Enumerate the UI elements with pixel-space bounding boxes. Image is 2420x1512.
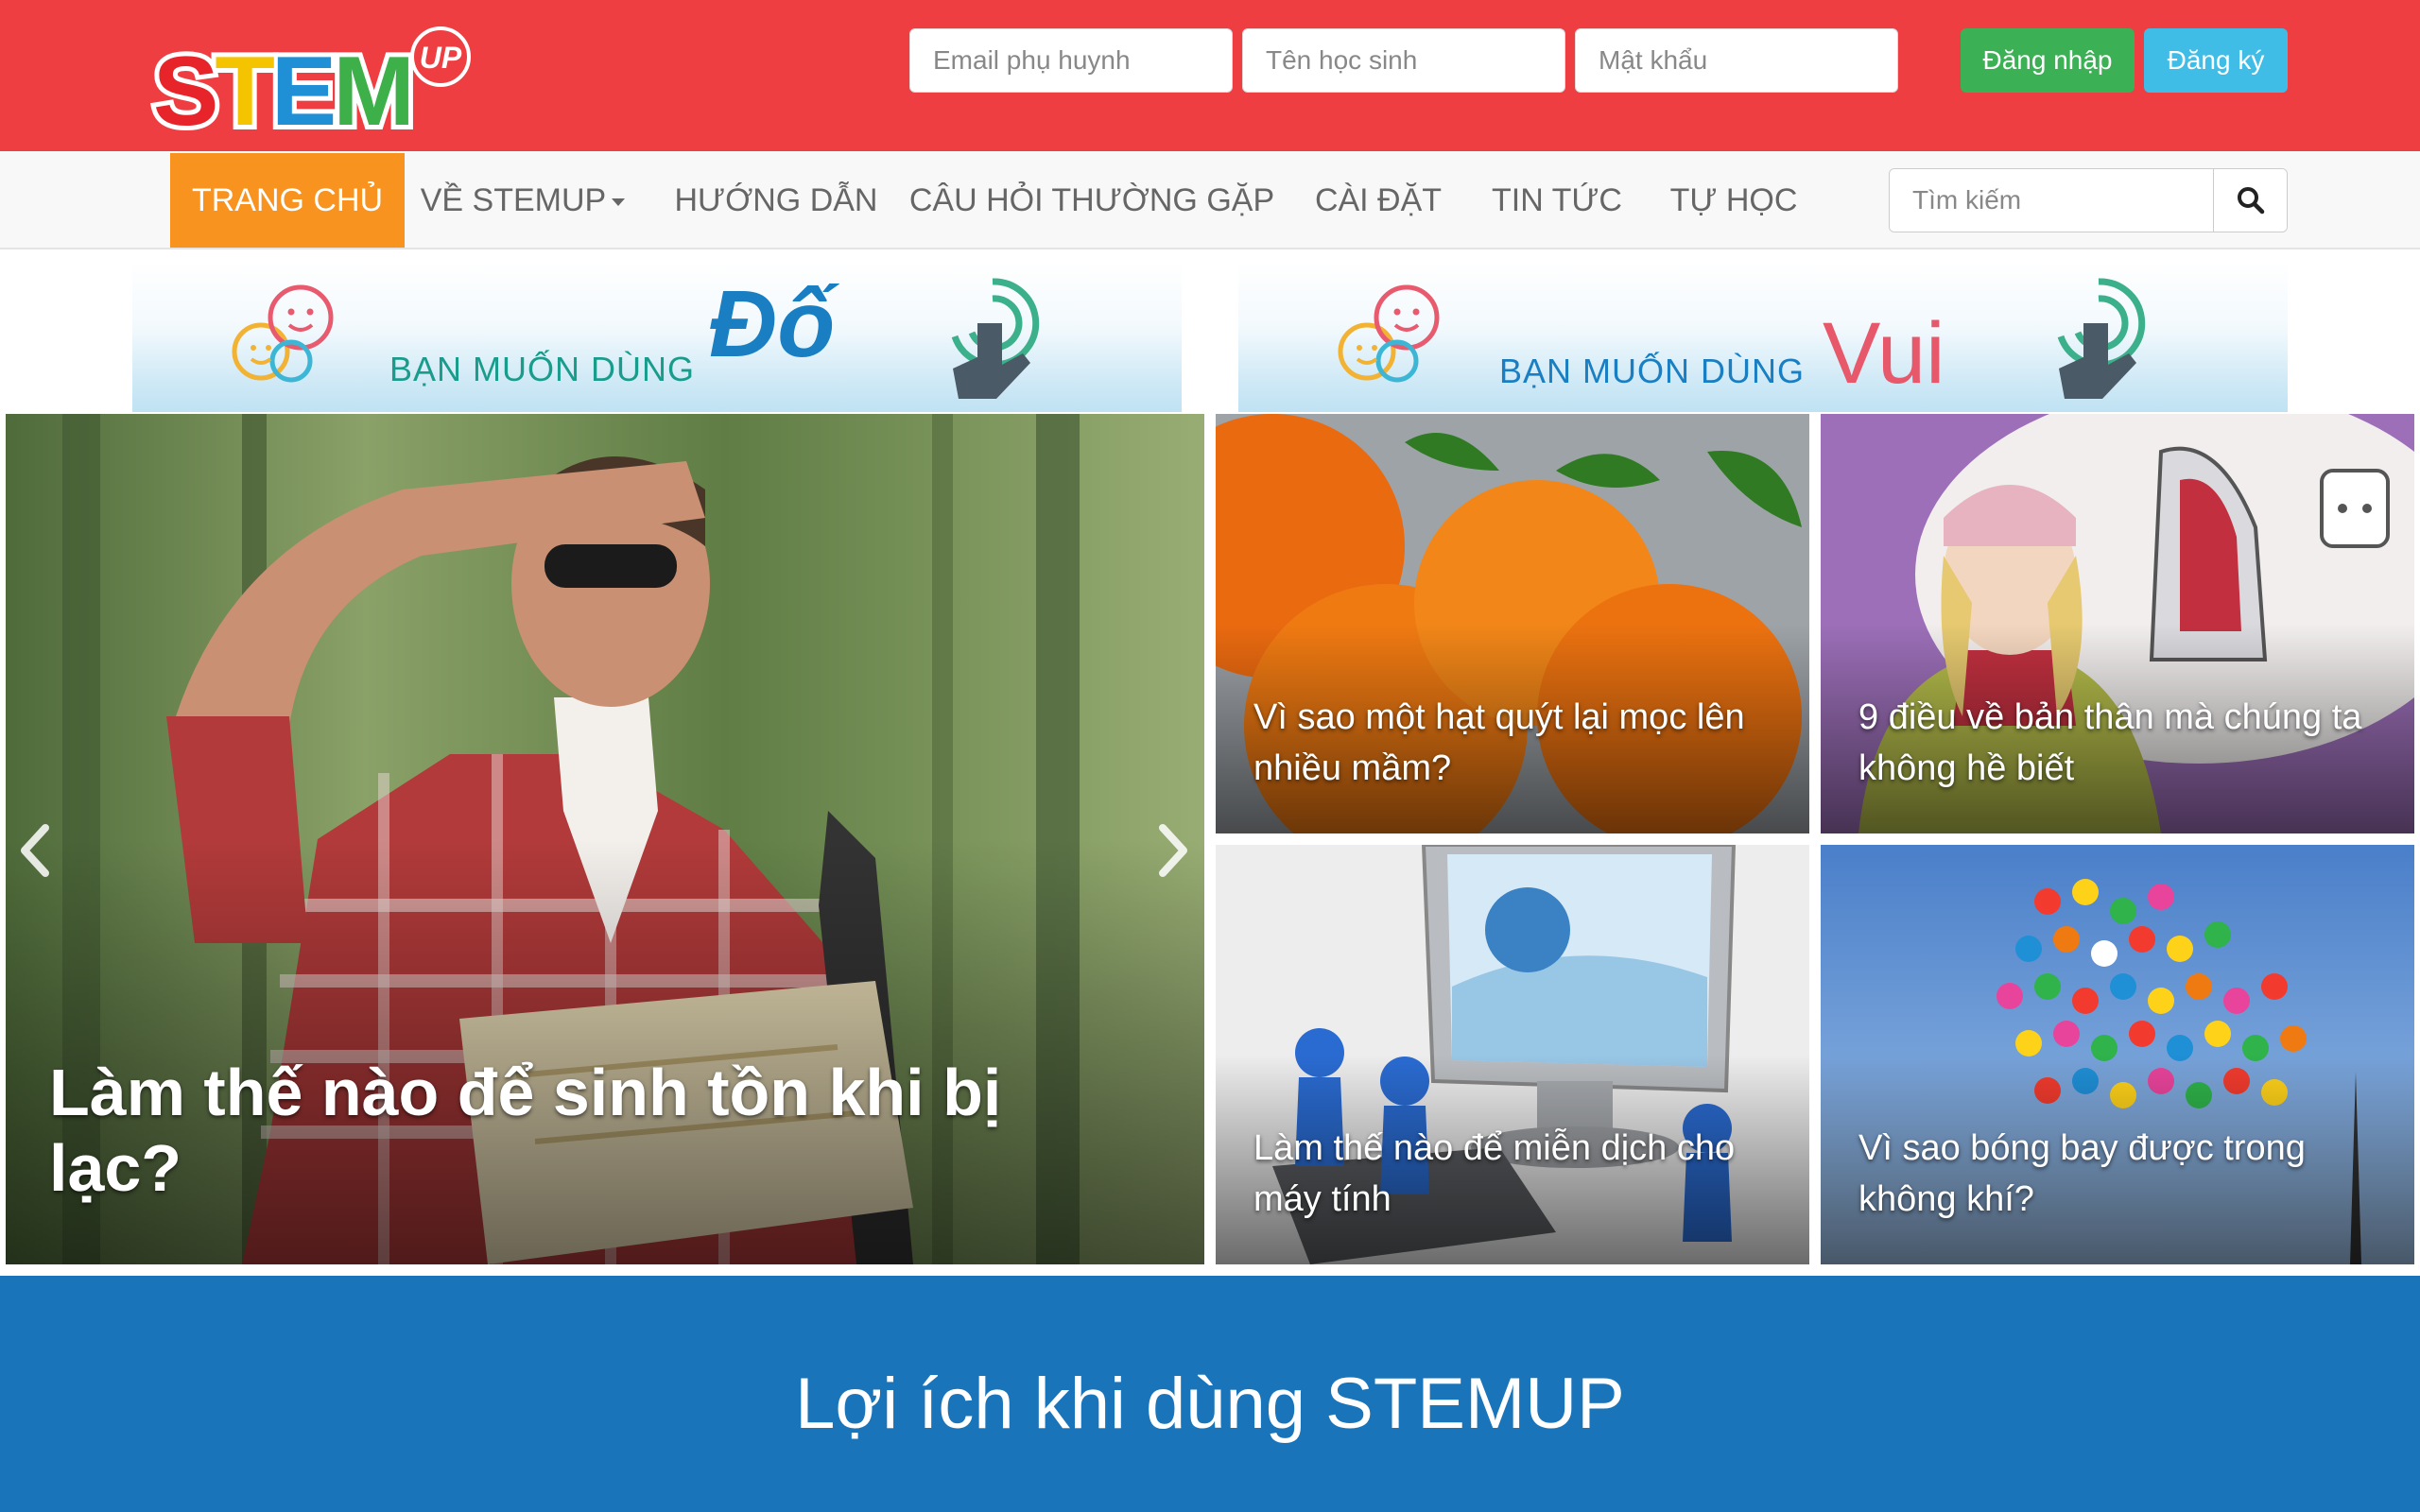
top-header: STEM STEM UP Đăng nhập Đăng ký xyxy=(0,0,2420,151)
nav-guide-label: HƯỚNG DẪN xyxy=(674,181,878,218)
touch-hand-icon xyxy=(2057,278,2146,399)
article-tangerine[interactable]: Vì sao một hạt quýt lại mọc lên nhiều mầ… xyxy=(1216,414,1809,833)
chat-bubbles-icon xyxy=(232,284,334,383)
carousel-next-icon[interactable] xyxy=(1155,822,1193,879)
nav-faq[interactable]: CÂU HỎI THƯỜNG GẶP xyxy=(908,153,1276,248)
search-input[interactable] xyxy=(1890,169,2213,232)
banner-do-text: BẠN MUỐN DÙNG xyxy=(389,350,696,388)
student-name-input[interactable] xyxy=(1242,28,1565,93)
search-button[interactable] xyxy=(2213,169,2287,232)
article-computer-title: Làm thế nào để miễn dịch cho máy tính xyxy=(1253,1128,1736,1219)
password-input[interactable] xyxy=(1575,28,1898,93)
article-tangerine-title: Vì sao một hạt quýt lại mọc lên nhiều mầ… xyxy=(1253,697,1745,788)
article-balloons[interactable]: Vì sao bóng bay được trong không khí? xyxy=(1821,845,2414,1264)
search-icon xyxy=(2237,187,2264,215)
nav-news[interactable]: TIN TỨC xyxy=(1480,153,1634,248)
nav-self-study[interactable]: TỰ HỌC xyxy=(1649,153,1819,248)
nav-news-label: TIN TỨC xyxy=(1492,181,1622,218)
nav-search xyxy=(1889,168,2288,232)
nav-about-stemup[interactable]: VỀ STEMUP xyxy=(405,153,641,248)
carousel-prev-icon[interactable] xyxy=(15,822,53,879)
login-button[interactable]: Đăng nhập xyxy=(1961,28,2135,93)
banner-do[interactable]: BẠN MUỐN DÙNG Đố xyxy=(132,261,1182,412)
stemup-logo[interactable]: STEM STEM UP xyxy=(149,26,482,132)
featured-article-survival[interactable]: Làm thế nào để sinh tồn khi bị lạc? xyxy=(6,414,1204,1264)
banner-do-word: Đố xyxy=(709,271,836,377)
nav-settings[interactable]: CÀI ĐẶT xyxy=(1288,153,1469,248)
svg-text:STEM: STEM xyxy=(153,37,411,132)
nav-home[interactable]: TRANG CHỦ xyxy=(170,153,405,248)
benefits-title: Lợi ích khi dùng STEMUP xyxy=(795,1364,1625,1444)
parent-email-input[interactable] xyxy=(909,28,1233,93)
article-computer-immunity[interactable]: Làm thế nào để miễn dịch cho máy tính xyxy=(1216,845,1809,1264)
nav-faq-label: CÂU HỎI THƯỜNG GẶP xyxy=(908,181,1275,218)
nav-self-study-label: TỰ HỌC xyxy=(1669,181,1798,218)
caret-down-icon xyxy=(612,198,626,206)
touch-hand-icon xyxy=(951,278,1040,399)
banner-vui-word: Vui xyxy=(1823,305,1945,402)
svg-text:UP: UP xyxy=(420,41,462,75)
register-button[interactable]: Đăng ký xyxy=(2144,28,2288,93)
nav-home-label: TRANG CHỦ xyxy=(191,181,384,218)
article-nine-things[interactable]: 9 điều về bản thân mà chúng ta không hề … xyxy=(1821,414,2414,833)
article-nine-things-title: 9 điều về bản thân mà chúng ta không hề … xyxy=(1858,697,2362,788)
featured-article-title: Làm thế nào để sinh tồn khi bị lạc? xyxy=(49,1056,1002,1205)
nav-guide[interactable]: HƯỚNG DẪN xyxy=(656,153,896,248)
banner-vui-text: BẠN MUỐN DÙNG xyxy=(1499,352,1806,390)
banner-vui[interactable]: BẠN MUỐN DÙNG Vui xyxy=(1238,261,2288,412)
benefits-section: Lợi ích khi dùng STEMUP xyxy=(0,1276,2420,1512)
nav-about-label: VỀ STEMUP xyxy=(420,181,607,218)
article-balloons-title: Vì sao bóng bay được trong không khí? xyxy=(1858,1128,2306,1219)
nav-settings-label: CÀI ĐẶT xyxy=(1314,181,1443,218)
chat-bubbles-icon xyxy=(1338,284,1440,383)
